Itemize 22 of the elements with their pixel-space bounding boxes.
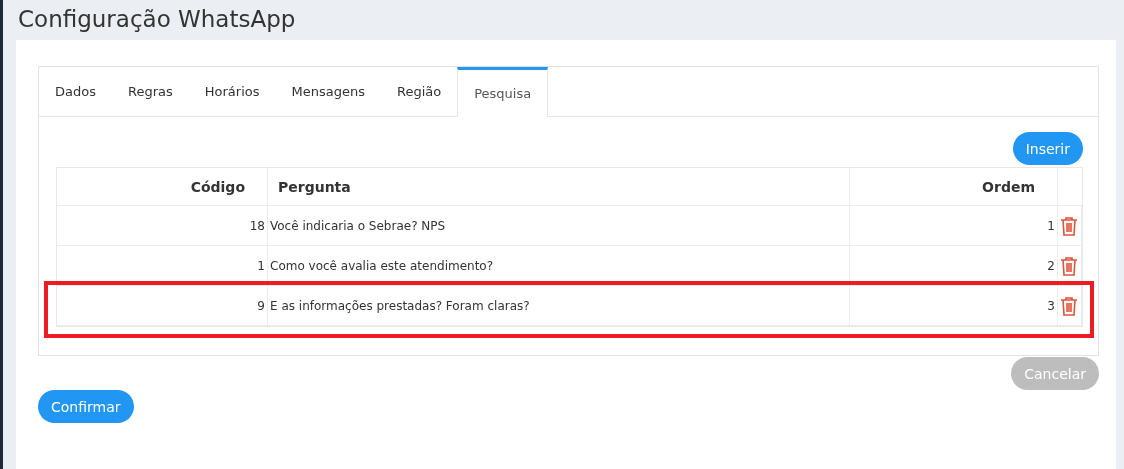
- table-cell: E as informações prestadas? Foram claras?: [268, 286, 850, 326]
- table-cell: 1: [850, 206, 1058, 246]
- tab[interactable]: Horários: [188, 67, 276, 116]
- table-cell: 3: [850, 286, 1058, 326]
- tab[interactable]: Regras: [111, 67, 189, 116]
- tab[interactable]: Região: [380, 67, 458, 116]
- trash-icon[interactable]: [1060, 255, 1078, 276]
- trash-icon[interactable]: [1060, 295, 1078, 316]
- column-header: Ordem: [850, 168, 1058, 206]
- page-title: Configuração WhatsApp: [17, 5, 297, 34]
- table-cell: 9: [57, 286, 268, 326]
- trash-icon[interactable]: [1060, 215, 1078, 236]
- table-cell: 1: [57, 246, 268, 286]
- column-header: Pergunta: [268, 168, 850, 206]
- table-cell: Você indicaria o Sebrae? NPS: [268, 206, 850, 246]
- column-header: Código: [57, 168, 268, 206]
- tab[interactable]: Pesquisa: [457, 67, 549, 117]
- tab[interactable]: Mensagens: [275, 67, 381, 116]
- tab[interactable]: Dados: [39, 67, 112, 116]
- table-cell: 2: [850, 246, 1058, 286]
- table-cell: Como você avalia este atendimento?: [268, 246, 850, 286]
- table-cell: 18: [57, 206, 268, 246]
